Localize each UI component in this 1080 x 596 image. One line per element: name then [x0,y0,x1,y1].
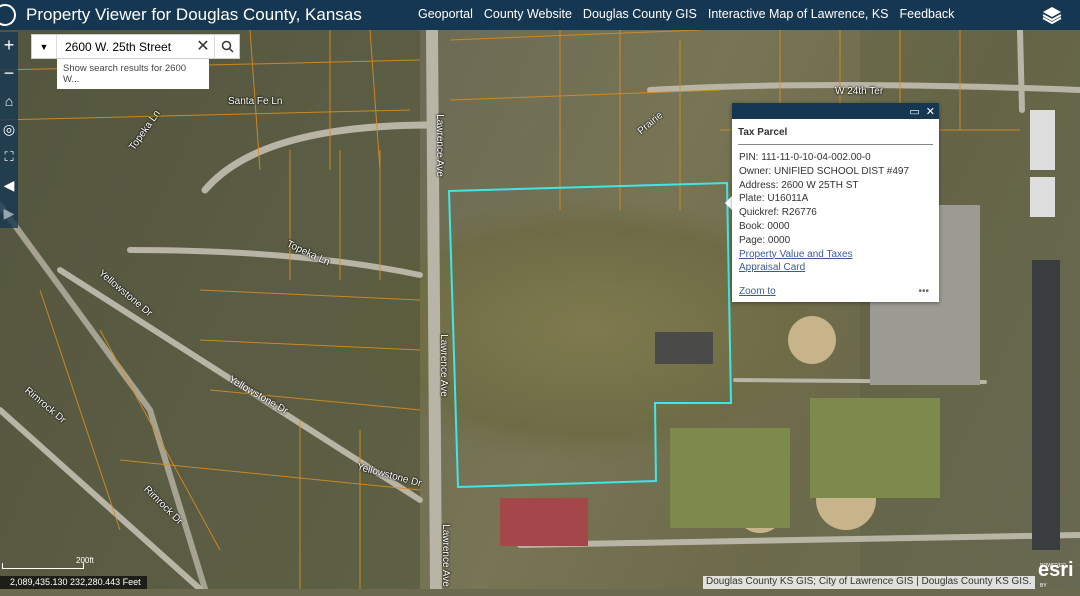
field-address: Address: 2600 W 25TH ST [739,179,859,191]
street-label: Santa Fe Ln [228,96,283,107]
powered-by-text: POWERED BY [1040,563,1066,589]
street-label: Lawrence Ave [439,524,451,587]
search-source-dropdown[interactable]: ▼ [32,35,57,58]
scale-label: 200ft [76,556,94,565]
locate-button[interactable]: ◎ [0,116,18,144]
field-book: Book: 0000 [739,220,790,232]
header-nav: Geoportal County Website Douglas County … [418,7,954,21]
app-header: Property Viewer for Douglas County, Kans… [0,0,1080,30]
search-input[interactable] [57,35,192,58]
forward-button[interactable]: ▶ [0,200,18,228]
parcel-popup: ▭ ✕ Tax Parcel PIN: 111-11-0-10-04-002.00… [732,103,939,302]
popup-pointer [725,196,732,210]
nav-feedback[interactable]: Feedback [900,7,955,21]
nav-interactive-map[interactable]: Interactive Map of Lawrence, KS [708,7,889,21]
search-suggestion[interactable]: Show search results for 2600 W... [57,59,209,89]
app-title: Property Viewer for Douglas County, Kans… [26,5,362,24]
search-button[interactable] [214,35,239,58]
nav-geoportal[interactable]: Geoportal [418,7,473,21]
street-label: W 24th Ter [835,86,884,97]
street-label: Lawrence Ave [437,334,449,397]
appraisal-card-link[interactable]: Appraisal Card [739,261,932,275]
field-owner: Owner: UNIFIED SCHOOL DIST #497 [739,165,910,177]
nav-county-website[interactable]: County Website [484,7,572,21]
field-page: Page: 0000 [739,234,791,246]
coordinate-readout: 2,089,435.130 232,280.443 Feet [0,576,147,589]
zoom-to-link[interactable]: Zoom to [739,286,776,297]
property-value-link[interactable]: Property Value and Taxes [739,248,932,262]
attribution: Douglas County KS GIS; City of Lawrence … [703,576,1035,589]
zoom-in-button[interactable]: + [0,32,18,60]
street-label: Lawrence Ave [433,114,445,177]
field-quickref: Quickref: R26776 [739,207,817,219]
more-actions-button[interactable]: ••• [918,286,929,297]
search-icon [221,40,234,53]
field-pin: PIN: 111-11-0-10-04-002.00-0 [739,152,871,163]
fullscreen-button[interactable]: ⛶ [0,144,18,172]
clear-search-button[interactable]: ✕ [192,35,214,58]
field-plate: Plate: U16011A [739,193,809,205]
county-logo-icon [0,4,16,26]
home-button[interactable]: ⌂ [0,88,18,116]
nav-douglas-county-gis[interactable]: Douglas County GIS [583,7,697,21]
back-button[interactable]: ◀ [0,172,18,200]
scale-bar [2,563,84,569]
zoom-out-button[interactable]: − [0,60,18,88]
esri-logo: POWERED BY esri [1038,560,1074,589]
search-widget: ▼ ✕ [31,34,240,59]
close-icon[interactable]: ✕ [926,105,935,118]
popup-title: Tax Parcel [738,127,933,145]
map-controls: + − ⌂ ◎ ⛶ ◀ ▶ [0,32,18,228]
layers-icon[interactable] [1042,5,1062,25]
dock-icon[interactable]: ▭ [909,105,919,118]
caret-down-icon: ▼ [39,41,49,52]
